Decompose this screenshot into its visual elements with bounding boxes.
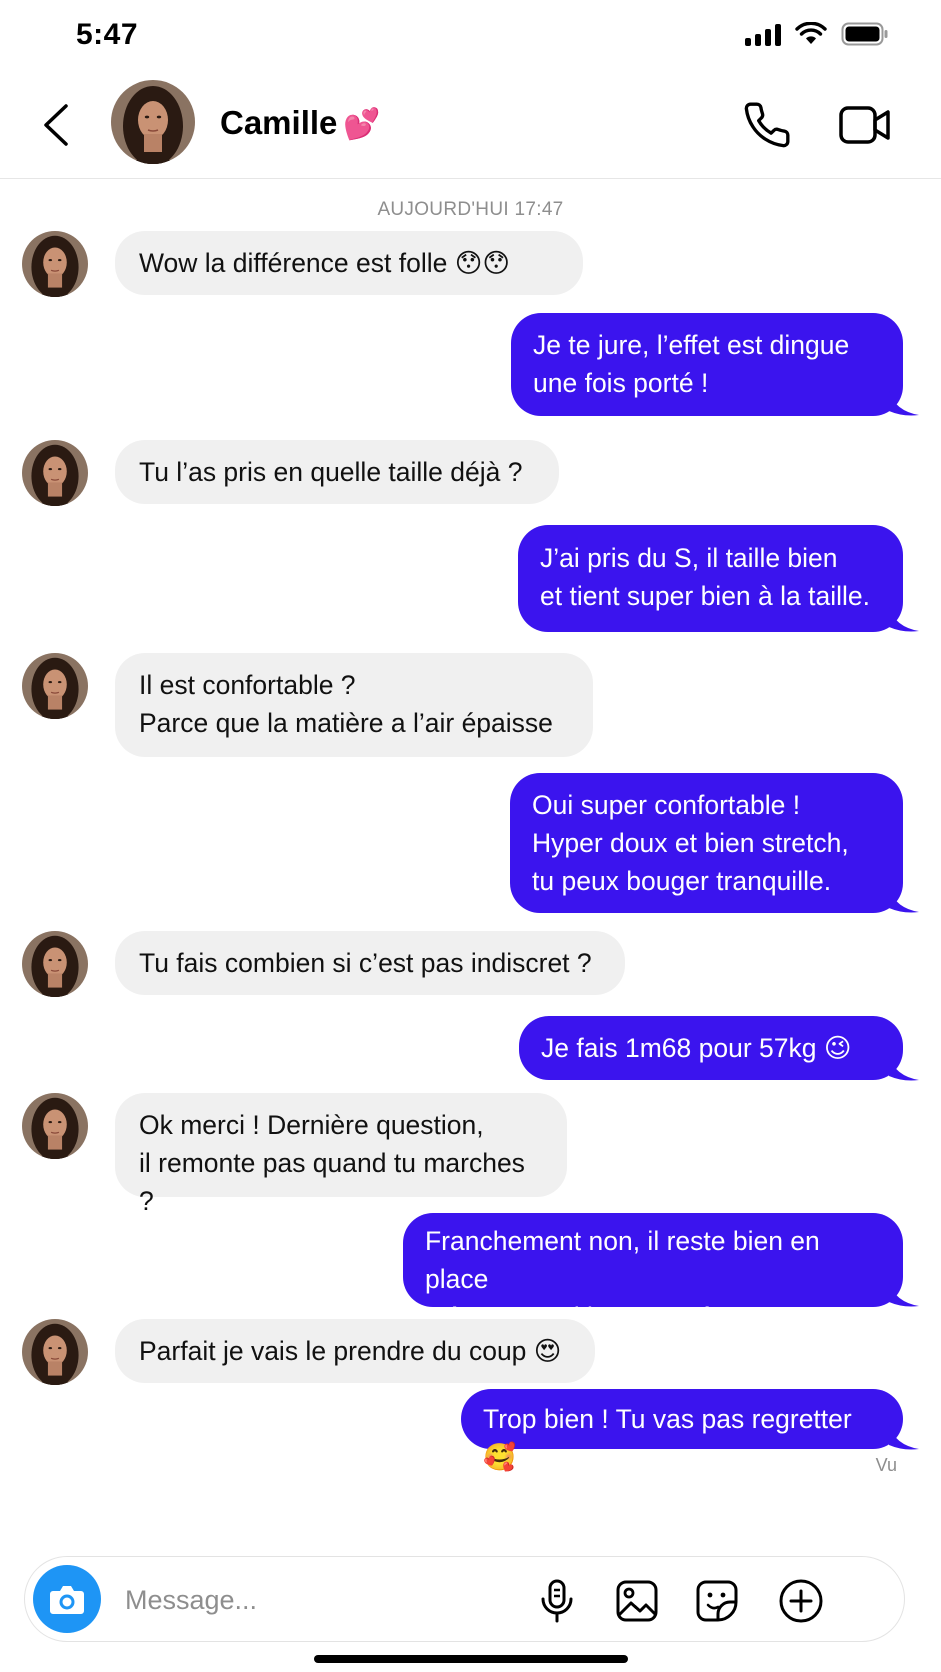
home-indicator[interactable] (314, 1655, 628, 1663)
chat-header: Camille 💕 (0, 72, 941, 179)
message-row: Oui super confortable ! Hyper doux et bi… (0, 773, 941, 923)
message-thread[interactable]: AUJOURD'HUI 17:47 Wow la différence est … (0, 179, 941, 1549)
date-separator: AUJOURD'HUI 17:47 (377, 199, 564, 220)
message-row: Wow la différence est folle 😯😯 (0, 231, 941, 301)
message-text: Tu fais combien si c’est pas indiscret ? (139, 948, 592, 978)
contact-avatar[interactable] (111, 80, 195, 164)
outgoing-message-bubble[interactable]: Franchement non, il reste bien en place … (403, 1213, 903, 1332)
message-row: Franchement non, il reste bien en place … (0, 1213, 941, 1332)
video-call-button[interactable] (838, 102, 892, 148)
status-icons (745, 22, 889, 46)
message-text: Tu l’as pris en quelle taille déjà ? (139, 457, 523, 487)
contact-name-text: Camille (220, 104, 338, 141)
message-text: Ok merci ! Dernière question, il remonte… (139, 1110, 525, 1216)
chevron-left-icon (44, 104, 68, 146)
sticker-icon (696, 1580, 738, 1622)
sender-avatar[interactable] (22, 1093, 88, 1159)
bubble-tail (889, 1056, 919, 1081)
sender-avatar[interactable] (22, 440, 88, 506)
incoming-message-bubble[interactable]: Tu l’as pris en quelle taille déjà ? (115, 440, 559, 504)
message-row: Ok merci ! Dernière question, il remonte… (0, 1093, 941, 1216)
microphone-icon (541, 1579, 573, 1623)
bubble-tail (889, 1425, 919, 1450)
gallery-button[interactable] (613, 1577, 661, 1625)
wifi-icon (795, 22, 827, 44)
battery-icon (841, 22, 888, 46)
sender-avatar[interactable] (22, 231, 88, 297)
message-row: Trop bien ! Tu vas pas regretter 🥰 Vu (0, 1389, 941, 1479)
contact-name[interactable]: Camille 💕 (220, 104, 381, 142)
camera-button[interactable] (33, 1565, 101, 1633)
voice-call-button[interactable] (742, 100, 792, 150)
outgoing-message-bubble[interactable]: Trop bien ! Tu vas pas regretter 🥰 (461, 1389, 903, 1472)
message-row: Je fais 1m68 pour 57kg 😉 (0, 1016, 941, 1088)
sender-avatar[interactable] (22, 653, 88, 719)
incoming-message-bubble[interactable]: Il est confortable ? Parce que la matièr… (115, 653, 593, 757)
bubble-tail (889, 1282, 919, 1307)
message-row: Parfait je vais le prendre du coup 😍 (0, 1319, 941, 1389)
outgoing-message-bubble[interactable]: J’ai pris du S, il taille bien et tient … (518, 525, 903, 632)
message-text: Wow la différence est folle 😯😯 (139, 248, 510, 278)
image-icon (616, 1580, 658, 1622)
message-text: Parfait je vais le prendre du coup 😍 (139, 1336, 562, 1366)
message-text: Trop bien ! Tu vas pas regretter 🥰 (483, 1404, 852, 1472)
status-bar: 5:47 (0, 0, 941, 72)
message-text: J’ai pris du S, il taille bien et tient … (540, 543, 870, 611)
message-row: Tu fais combien si c’est pas indiscret ? (0, 931, 941, 1001)
sender-avatar[interactable] (22, 931, 88, 997)
message-row: Il est confortable ? Parce que la matièr… (0, 653, 941, 763)
video-camera-icon (839, 106, 890, 144)
message-text: Je fais 1m68 pour 57kg 😉 (541, 1033, 852, 1063)
incoming-message-bubble[interactable]: Tu fais combien si c’est pas indiscret ? (115, 931, 625, 995)
more-options-button[interactable] (777, 1577, 825, 1625)
bubble-tail (889, 888, 919, 913)
outgoing-message-bubble[interactable]: Oui super confortable ! Hyper doux et bi… (510, 773, 903, 913)
plus-circle-icon (779, 1579, 823, 1623)
camera-icon (50, 1586, 84, 1614)
status-time: 5:47 (76, 18, 139, 51)
incoming-message-bubble[interactable]: Wow la différence est folle 😯😯 (115, 231, 583, 295)
message-row: Je te jure, l’effet est dingue une fois … (0, 313, 941, 423)
outgoing-message-bubble[interactable]: Je fais 1m68 pour 57kg 😉 (519, 1016, 903, 1080)
message-text: Franchement non, il reste bien en place … (425, 1226, 820, 1332)
outgoing-message-bubble[interactable]: Je te jure, l’effet est dingue une fois … (511, 313, 903, 416)
phone-icon (744, 102, 790, 148)
seen-receipt: Vu (875, 1455, 897, 1475)
message-composer (24, 1556, 905, 1642)
sender-avatar[interactable] (22, 1319, 88, 1385)
cellular-signal-icon (745, 22, 781, 46)
back-button[interactable] (36, 100, 80, 150)
incoming-message-bubble[interactable]: Parfait je vais le prendre du coup 😍 (115, 1319, 595, 1383)
message-text: Je te jure, l’effet est dingue une fois … (533, 330, 850, 398)
hearts-emoji: 💕 (343, 108, 381, 141)
sticker-button[interactable] (693, 1577, 741, 1625)
voice-message-button[interactable] (533, 1577, 581, 1625)
message-text: Il est confortable ? Parce que la matièr… (139, 670, 553, 738)
message-row: J’ai pris du S, il taille bien et tient … (0, 525, 941, 640)
message-row: Tu l’as pris en quelle taille déjà ? (0, 440, 941, 510)
bubble-tail (889, 391, 919, 416)
bubble-tail (889, 607, 919, 632)
incoming-message-bubble[interactable]: Ok merci ! Dernière question, il remonte… (115, 1093, 567, 1216)
message-text: Oui super confortable ! Hyper doux et bi… (532, 790, 849, 896)
message-input[interactable] (123, 1575, 567, 1625)
